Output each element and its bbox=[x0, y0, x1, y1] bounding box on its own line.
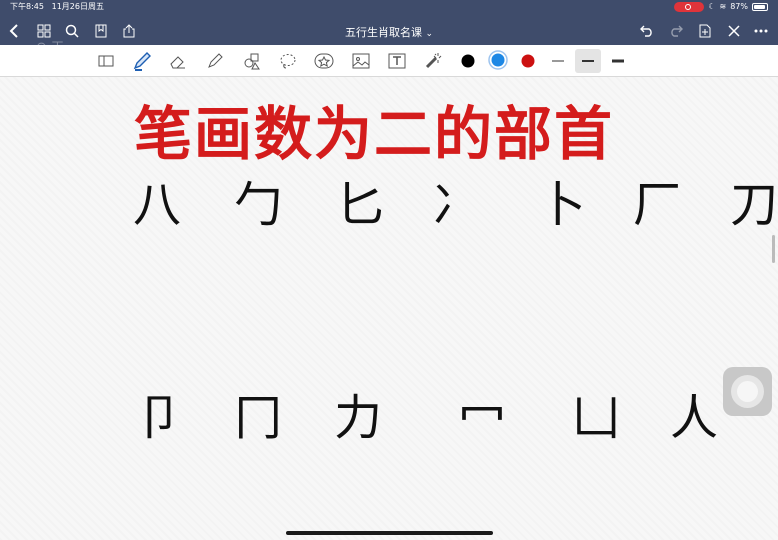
eraser-icon[interactable] bbox=[167, 50, 189, 72]
moon-icon: ☾ bbox=[708, 2, 716, 11]
stroke-thick[interactable] bbox=[607, 50, 629, 72]
highlighter-icon[interactable] bbox=[204, 50, 226, 72]
status-time: 下午8:45 bbox=[10, 2, 44, 11]
radical: 勹 bbox=[234, 177, 283, 233]
radical: 凵 bbox=[572, 390, 621, 446]
canvas-heading: 笔画数为二的部首 bbox=[134, 100, 615, 168]
drawing-toolbar bbox=[0, 45, 778, 77]
wifi-icon: ≋ bbox=[719, 2, 727, 11]
color-black[interactable] bbox=[461, 53, 475, 68]
radical: 厂 bbox=[633, 177, 682, 233]
read-mode-icon[interactable] bbox=[95, 50, 117, 72]
chevron-down-icon: ⌄ bbox=[425, 29, 434, 39]
screen-record-icon[interactable] bbox=[674, 2, 705, 12]
sticker-icon[interactable] bbox=[313, 50, 335, 72]
stroke-medium-selected[interactable] bbox=[575, 49, 601, 73]
laser-pointer-icon[interactable] bbox=[422, 50, 444, 72]
stroke-thin[interactable] bbox=[547, 50, 569, 72]
radical: 刀 bbox=[730, 177, 778, 233]
lasso-icon[interactable] bbox=[277, 50, 299, 72]
radical: 力 bbox=[334, 390, 383, 446]
pen-icon[interactable] bbox=[131, 50, 153, 72]
shapes-icon[interactable] bbox=[241, 50, 263, 72]
document-title-text: 五行生肖取名课 bbox=[344, 26, 422, 39]
radical: 冫 bbox=[432, 177, 481, 233]
radical: 卜 bbox=[538, 177, 587, 233]
battery-percent: 87% bbox=[730, 2, 748, 11]
undo-icon[interactable] bbox=[636, 20, 658, 42]
add-page-icon[interactable] bbox=[694, 20, 716, 42]
color-blue-selected[interactable] bbox=[488, 50, 508, 70]
battery-icon bbox=[752, 3, 768, 11]
nav-row: ⊚ 工 五行生肖取名课 ⌄ bbox=[0, 18, 778, 55]
text-box-icon[interactable] bbox=[386, 50, 408, 72]
document-title[interactable]: 五行生肖取名课 ⌄ bbox=[0, 24, 778, 40]
scroll-indicator[interactable] bbox=[772, 235, 775, 263]
top-bar: 下午8:45 11月26日周五 ☾ ≋ 87% ⊚ 工 五行生肖取名课 ⌄ bbox=[0, 0, 778, 55]
assistive-touch-button[interactable] bbox=[723, 367, 772, 416]
more-icon[interactable] bbox=[750, 20, 772, 42]
color-red[interactable] bbox=[521, 53, 535, 68]
radical: 匕 bbox=[336, 177, 385, 233]
status-date: 11月26日周五 bbox=[51, 2, 104, 11]
image-icon[interactable] bbox=[350, 50, 372, 72]
radical: 冖 bbox=[458, 390, 507, 446]
redo-icon[interactable] bbox=[665, 20, 687, 42]
radical: 八 bbox=[133, 177, 182, 233]
status-bar-left: 下午8:45 11月26日周五 bbox=[10, 2, 104, 12]
note-canvas[interactable]: 笔画数为二的部首 八 勹 匕 冫 卜 厂 刀 卩 冂 力 冖 凵 人 bbox=[0, 77, 778, 540]
radical: 卩 bbox=[135, 390, 184, 446]
radical: 人 bbox=[670, 390, 719, 446]
close-icon[interactable] bbox=[723, 20, 745, 42]
status-bar-right: ☾ ≋ 87% bbox=[674, 2, 768, 12]
home-indicator[interactable] bbox=[286, 531, 493, 535]
radical: 冂 bbox=[234, 390, 283, 446]
